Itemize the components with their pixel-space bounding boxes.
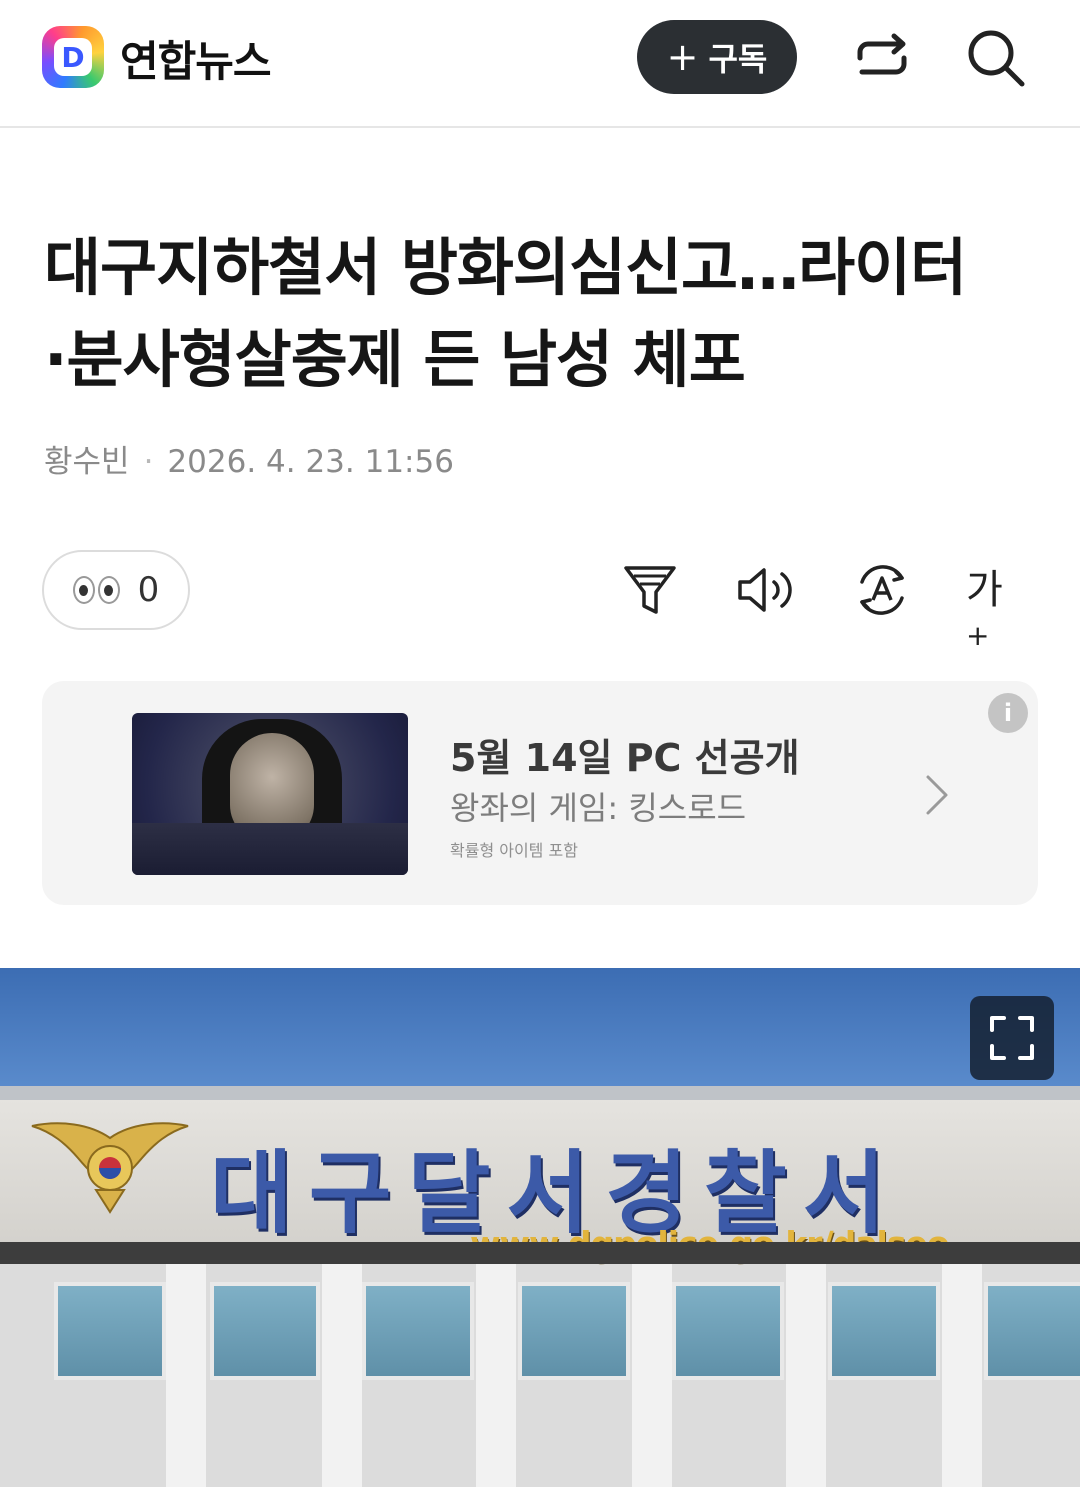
ad-headline: 5월 14일 PC 선공개: [450, 736, 800, 780]
article-title-line-1: 대구지하철서 방화의심신고…라이터: [44, 231, 967, 304]
article-title-line-2: ·분사형살충제 든 남성 체포: [44, 323, 746, 396]
speaker-icon[interactable]: [736, 560, 796, 620]
article-meta: 황수빈 · 2026. 4. 23. 11:56: [44, 436, 454, 481]
translate-icon[interactable]: [852, 560, 912, 620]
photo-sky: [0, 968, 1080, 1088]
article-title: 대구지하철서 방화의심신고…라이터 ·분사형살충제 든 남성 체포: [44, 222, 1044, 406]
font-size-icon[interactable]: 가+: [966, 560, 1026, 652]
views-count: 0: [137, 570, 160, 610]
font-size-label: 가: [966, 567, 1003, 613]
info-icon[interactable]: i: [988, 693, 1028, 733]
article-photo[interactable]: 대구달서경찰서 www.dgpolice.go.kr/dalseo: [0, 968, 1080, 1487]
plus-icon: +: [666, 35, 699, 79]
logo-letter: D: [54, 38, 92, 76]
daum-logo[interactable]: D: [42, 26, 104, 88]
font-size-plus: +: [966, 619, 990, 652]
summary-filter-icon[interactable]: [620, 560, 680, 620]
ad-banner[interactable]: 5월 14일 PC 선공개 왕좌의 게임: 킹스로드 확률형 아이템 포함 i: [42, 681, 1038, 905]
share-icon[interactable]: [852, 28, 912, 88]
press-name[interactable]: 연합뉴스: [120, 28, 272, 89]
top-app-bar: D 연합뉴스 + 구독: [0, 0, 1080, 128]
meta-separator: ·: [143, 444, 154, 480]
subscribe-button[interactable]: + 구독: [637, 20, 797, 94]
publish-datetime: 2026. 4. 23. 11:56: [167, 444, 454, 480]
ad-subtitle: 왕좌의 게임: 킹스로드: [450, 789, 747, 827]
ad-note: 확률형 아이템 포함: [450, 841, 578, 860]
subscribe-label: 구독: [708, 40, 768, 78]
building-windows: [0, 1264, 1080, 1487]
police-emblem-icon: [31, 1122, 189, 1214]
fullscreen-icon[interactable]: [970, 996, 1054, 1080]
chevron-right-icon: [926, 775, 948, 815]
search-icon[interactable]: [966, 28, 1026, 88]
ad-image: [132, 713, 408, 875]
reaction-button[interactable]: 0: [42, 550, 190, 630]
author-name[interactable]: 황수빈: [44, 444, 130, 480]
eyes-icon: [72, 576, 120, 604]
police-station-building: 대구달서경찰서 www.dgpolice.go.kr/dalseo: [0, 1086, 1080, 1487]
